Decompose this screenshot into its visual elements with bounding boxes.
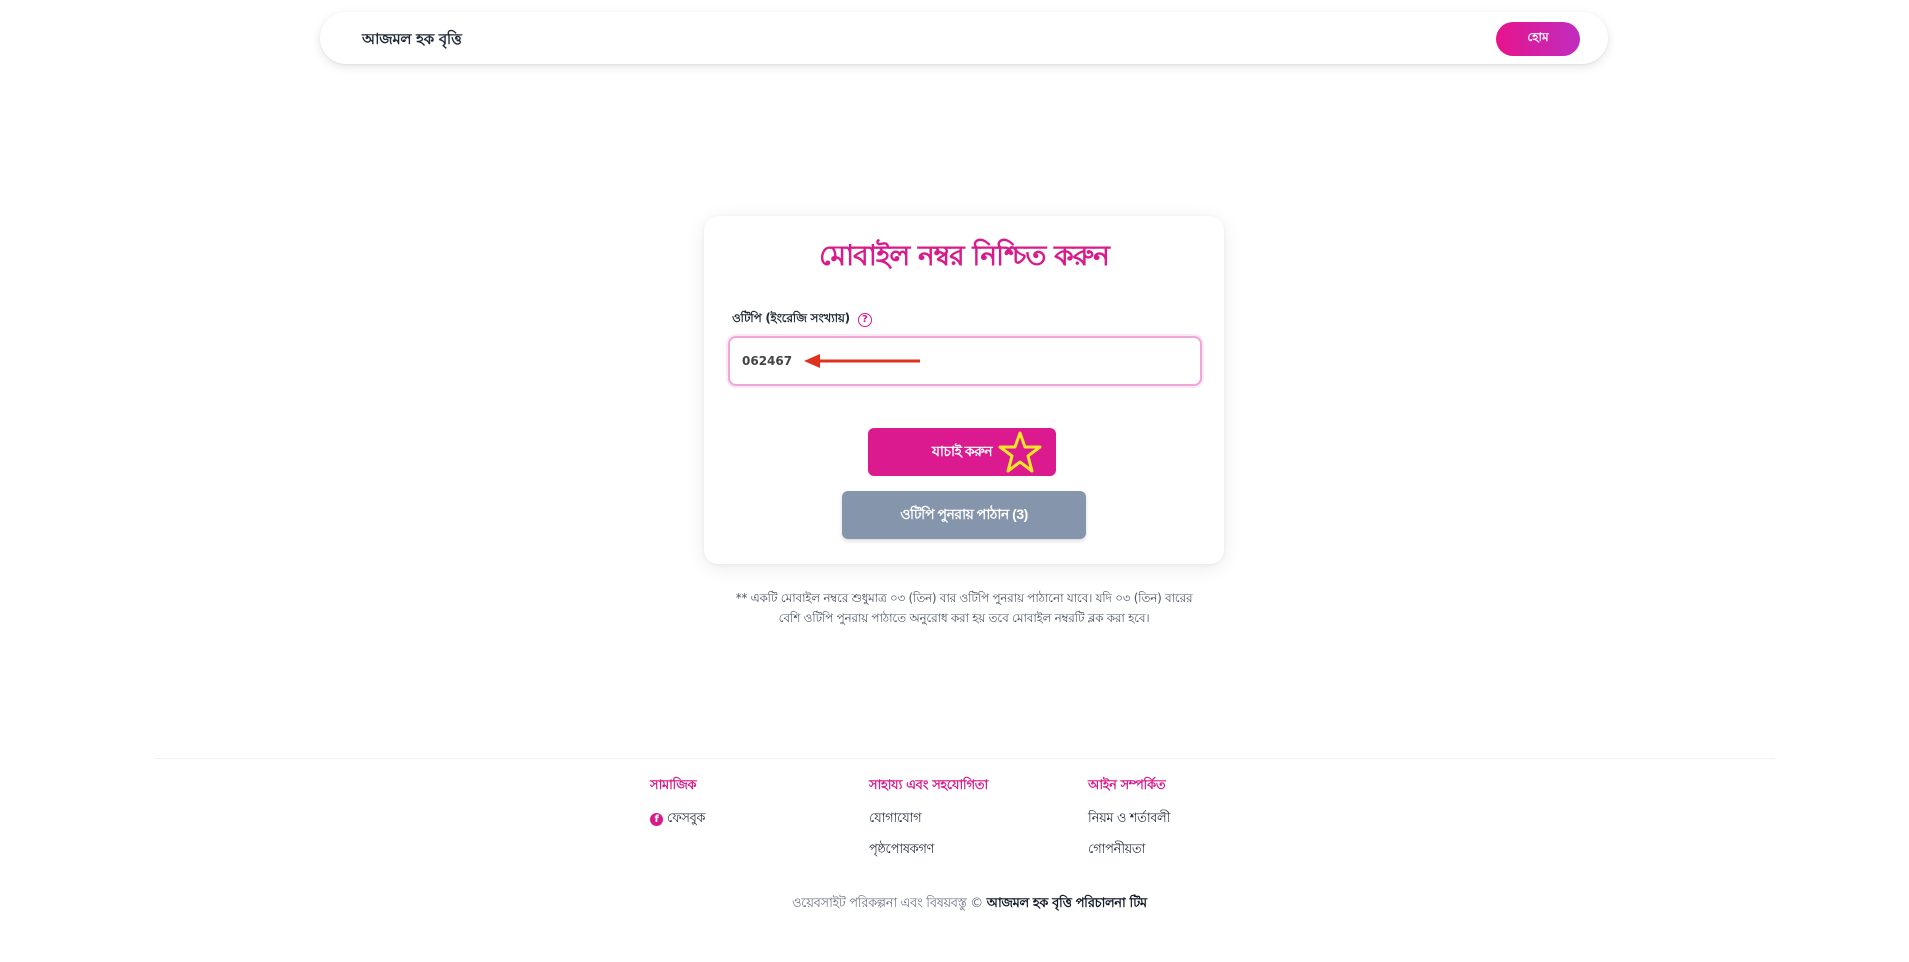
footer-legal-heading: আইন সম্পর্কিত <box>1088 778 1166 793</box>
otp-verification-card: মোবাইল নম্বর নিশ্চিত করুন ওটিপি (ইংরেজি … <box>704 216 1224 564</box>
copyright: ওয়েবসাইট পরিকল্পনা এবং বিষয়বস্তু © আজম… <box>792 894 1147 915</box>
footer-link-facebook[interactable]: f ফেসবুক <box>650 809 705 830</box>
copyright-prefix: ওয়েবসাইট পরিকল্পনা এবং বিষয়বস্তু © <box>792 896 983 911</box>
red-arrow-annotation-icon <box>804 354 920 368</box>
footer-divider <box>155 758 1775 759</box>
home-button[interactable]: হোম <box>1496 22 1580 56</box>
resend-otp-button[interactable]: ওটিপি পুনরায় পাঠান (3) <box>842 491 1086 539</box>
verify-button-label: যাচাই করুন <box>931 443 993 459</box>
facebook-icon: f <box>650 813 663 826</box>
verify-button[interactable]: যাচাই করুন <box>868 428 1056 476</box>
copyright-team-link[interactable]: আজমল হক বৃত্তি পরিচালনা টিম <box>987 896 1148 911</box>
help-icon[interactable]: ? <box>857 313 872 327</box>
star-annotation-icon <box>998 431 1042 473</box>
footer-social-column: সামাজিক f ফেসবুক <box>650 776 705 840</box>
footer-link-privacy[interactable]: গোপনীয়তা <box>1088 840 1170 861</box>
otp-label-text: ওটিপি (ইংরেজি সংখ্যায়) <box>732 311 850 325</box>
navbar: আজমল হক বৃত্তি হোম <box>320 12 1608 64</box>
footer-social-heading: সামাজিক <box>650 778 697 793</box>
resend-limit-note: ** একটি মোবাইল নম্বরে শুধুমাত্র ০৩ (তিন)… <box>735 591 1193 625</box>
footer-link-label: ফেসবুক <box>667 811 706 826</box>
page-title: মোবাইল নম্বর নিশ্চিত করুন <box>819 239 1110 272</box>
otp-input[interactable] <box>728 336 1202 386</box>
footer-help-heading: সাহায্য এবং সহযোগিতা <box>869 778 988 793</box>
footer-link-contact[interactable]: যোগাযোগ <box>869 809 988 830</box>
otp-field-label: ওটিপি (ইংরেজি সংখ্যায়) ? <box>732 310 872 330</box>
brand-logo-text[interactable]: আজমল হক বৃত্তি <box>362 28 462 53</box>
footer-link-terms[interactable]: নিয়ম ও শর্তাবলী <box>1088 809 1170 830</box>
footer-link-sponsors[interactable]: পৃষ্ঠপোষকগণ <box>869 840 988 861</box>
footer-help-column: সাহায্য এবং সহযোগিতা যোগাযোগ পৃষ্ঠপোষকগণ <box>869 776 988 871</box>
footer-legal-column: আইন সম্পর্কিত নিয়ম ও শর্তাবলী গোপনীয়তা <box>1088 776 1170 871</box>
